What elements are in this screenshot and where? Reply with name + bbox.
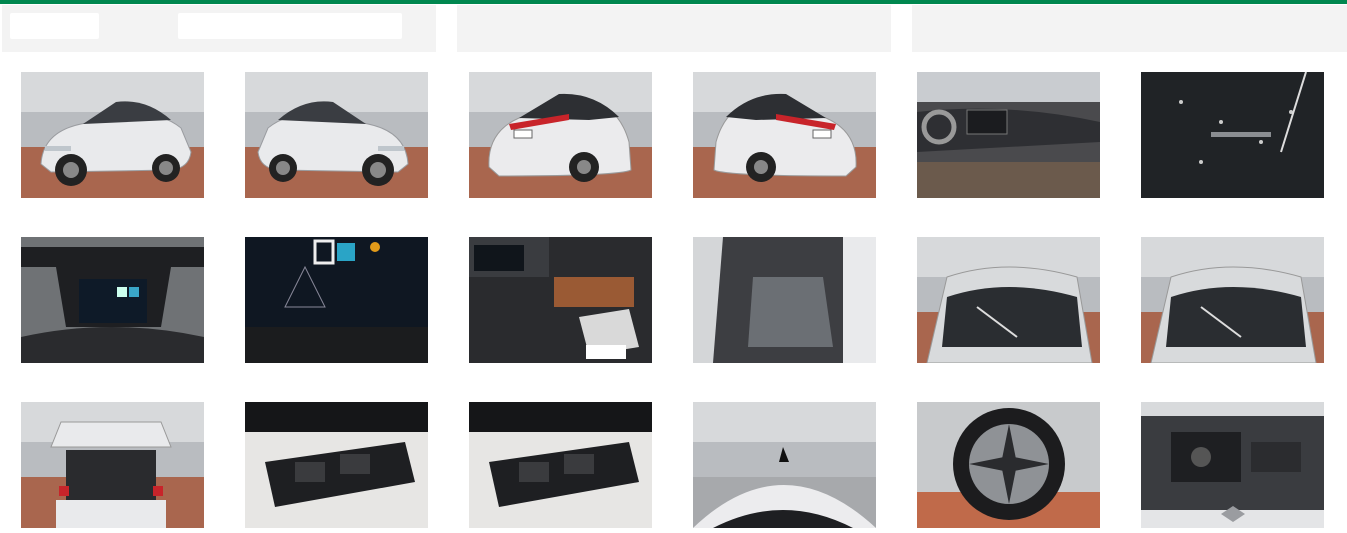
- gallery-photo-car-front-three-quarter[interactable]: [245, 72, 428, 198]
- gallery-photo-roof-antenna[interactable]: [693, 402, 876, 528]
- gallery-photo-car-rear-three-quarter[interactable]: [693, 72, 876, 198]
- gallery-photo-windshield-roof[interactable]: [1141, 237, 1324, 363]
- gallery-photo-wheel-rim[interactable]: [917, 402, 1100, 528]
- gallery-photo-center-console-documents[interactable]: [469, 237, 652, 363]
- gallery-photo-open-trunk[interactable]: [21, 402, 204, 528]
- gallery-photo-engine-bay[interactable]: [1141, 402, 1324, 528]
- gallery-photo-underbody-component[interactable]: [245, 402, 428, 528]
- gallery-photo-windshield-roof[interactable]: [917, 237, 1100, 363]
- redaction-box: [586, 345, 626, 359]
- gallery-photo-car-rear-three-quarter[interactable]: [469, 72, 652, 198]
- photo-gallery: [0, 0, 1347, 533]
- gallery-photo-underbody-component[interactable]: [469, 402, 652, 528]
- gallery-photo-car-front-three-quarter[interactable]: [21, 72, 204, 198]
- gallery-photo-interior-dashboard[interactable]: [917, 72, 1100, 198]
- gallery-photo-rear-seats[interactable]: [693, 237, 876, 363]
- gallery-photo-digital-display-closeup[interactable]: [245, 237, 428, 363]
- gallery-photo-instrument-cluster[interactable]: [21, 237, 204, 363]
- gallery-photo-glass-roof-closeup[interactable]: [1141, 72, 1324, 198]
